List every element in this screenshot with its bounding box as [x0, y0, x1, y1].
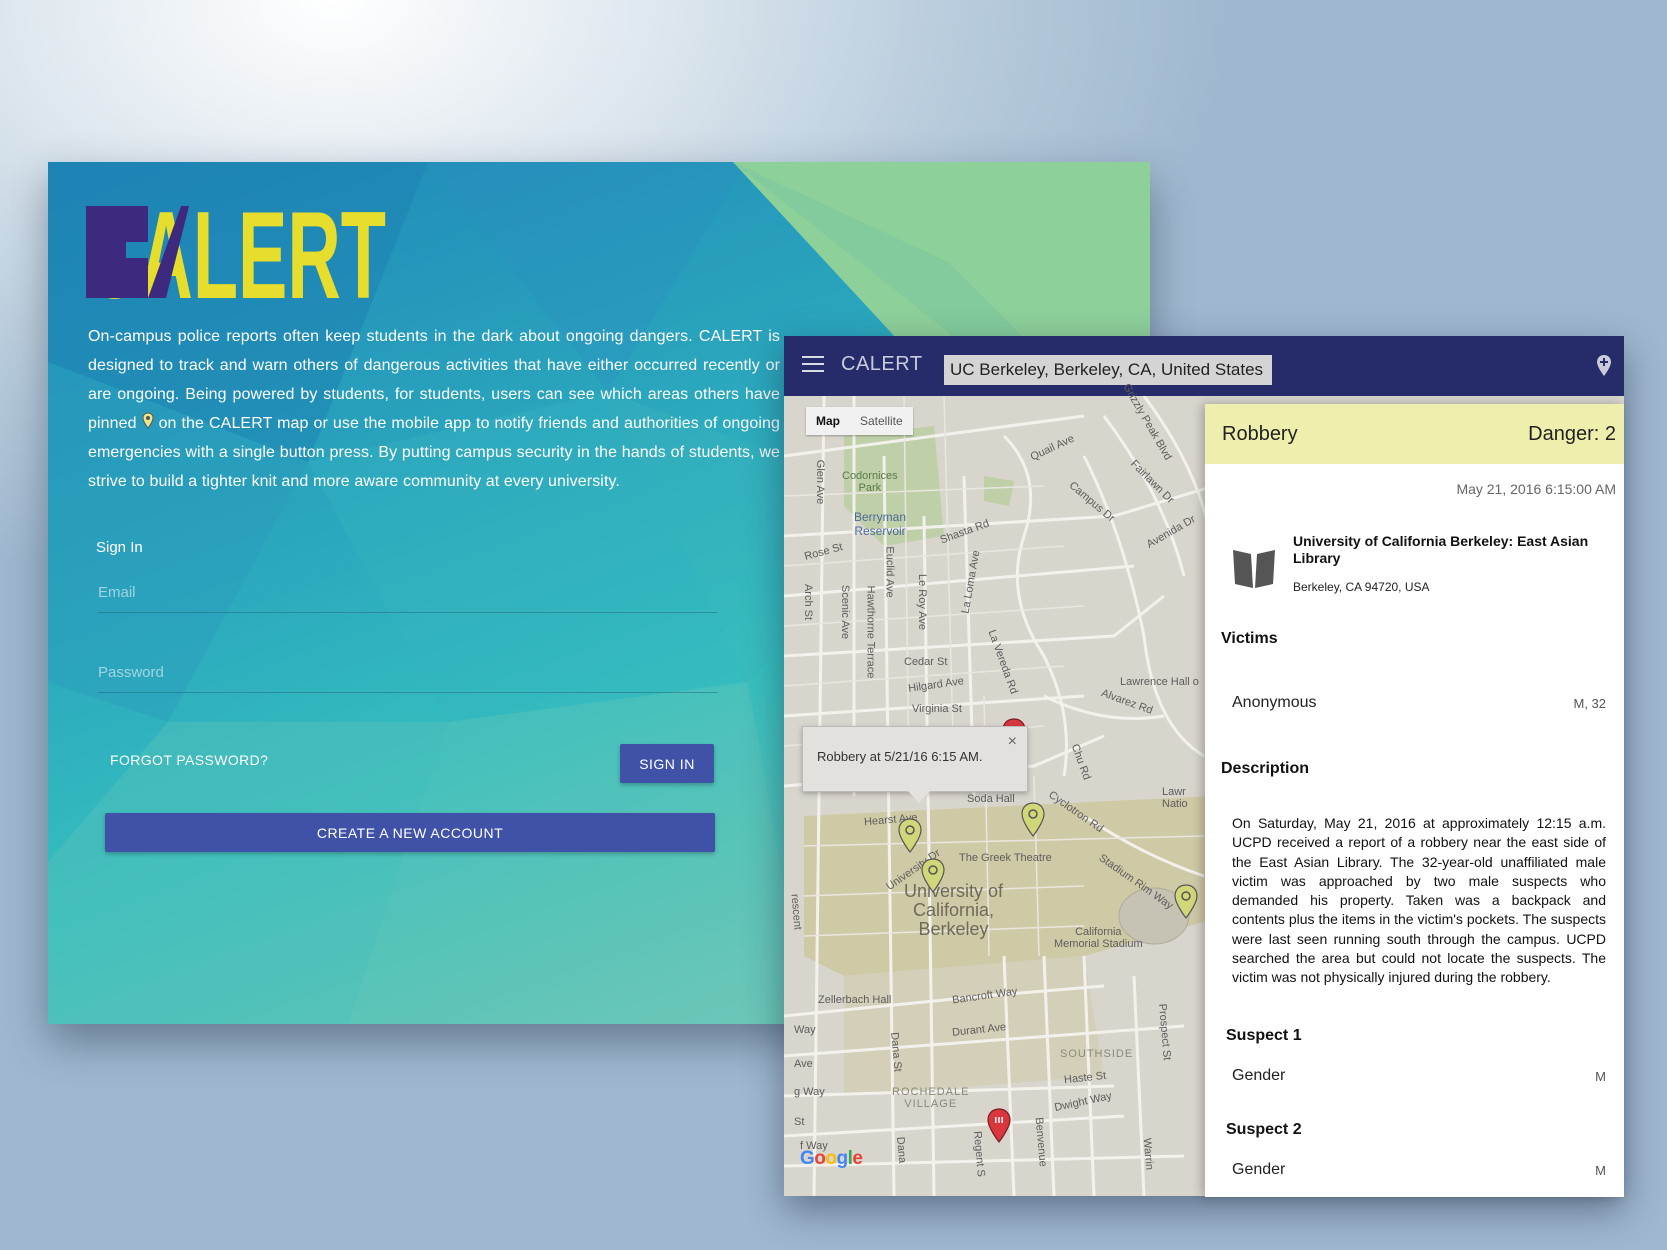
- suspect-2-gender: M: [1595, 1163, 1606, 1178]
- map-label: Codornices Park: [842, 470, 898, 494]
- map-label: Dana: [894, 1136, 909, 1164]
- map-label: Lawr Natio: [1162, 786, 1188, 810]
- map-info-window: Robbery at 5/21/16 6:15 AM. ×: [802, 726, 1028, 803]
- incident-description: On Saturday, May 21, 2016 at approximate…: [1232, 815, 1606, 986]
- map-label: g Way: [794, 1086, 825, 1098]
- app-title: CALERT: [841, 353, 923, 375]
- map-label: Euclid Ave: [883, 546, 896, 598]
- map-label: St: [794, 1116, 805, 1128]
- map-label: Lawrence Hall o: [1120, 676, 1199, 688]
- suspect-1-heading: Suspect 1: [1226, 1027, 1302, 1044]
- map-label: Hawthorne Terrace: [864, 585, 877, 679]
- suspect-2-heading: Suspect 2: [1226, 1121, 1302, 1138]
- suspect-1-gender-label: Gender: [1232, 1067, 1286, 1084]
- close-icon[interactable]: ×: [1008, 733, 1017, 751]
- map-label: California Memorial Stadium: [1054, 926, 1143, 950]
- map-label: Soda Hall: [967, 793, 1015, 805]
- incident-marker[interactable]: [898, 818, 922, 854]
- email-field-wrapper: [98, 572, 718, 613]
- victims-heading: Victims: [1221, 630, 1278, 647]
- map-label: University of California, Berkeley: [904, 881, 1004, 939]
- incident-marker[interactable]: [1174, 884, 1198, 920]
- map-pin-icon: [142, 412, 154, 429]
- map-label: Way: [794, 1024, 816, 1036]
- victim-info: M, 32: [1573, 696, 1606, 711]
- map-label: SOUTHSIDE: [1060, 1048, 1134, 1060]
- hamburger-menu-icon[interactable]: [802, 356, 824, 374]
- danger-marker[interactable]: [987, 1108, 1011, 1144]
- map-label: Arch St: [802, 583, 815, 621]
- forgot-password-link[interactable]: FORGOT PASSWORD?: [110, 752, 268, 768]
- incident-marker[interactable]: [921, 858, 945, 894]
- app-toolbar: CALERT: [784, 336, 1624, 396]
- crime-type: Robbery: [1222, 423, 1298, 445]
- victim-name: Anonymous: [1232, 694, 1317, 711]
- map-label: The Greek Theatre: [959, 852, 1052, 864]
- incident-marker[interactable]: [1021, 802, 1045, 838]
- password-field[interactable]: [98, 652, 718, 692]
- info-window-text: Robbery at 5/21/16 6:15 AM.: [817, 749, 983, 764]
- intro-text: On-campus police reports often keep stud…: [88, 328, 780, 490]
- google-logo: Google: [800, 1148, 863, 1169]
- incident-detail-panel: Robbery Danger: 2 May 21, 2016 6:15:00 A…: [1205, 404, 1624, 1197]
- map-label: Virginia St: [912, 703, 962, 715]
- location-search-input[interactable]: [944, 355, 1272, 385]
- create-account-button[interactable]: CREATE A NEW ACCOUNT: [105, 813, 715, 852]
- suspect-2-gender-label: Gender: [1232, 1161, 1286, 1178]
- map-type-control: Map Satellite: [806, 407, 913, 435]
- map-label: Le Roy Ave: [916, 573, 929, 631]
- place-address: Berkeley, CA 94720, USA: [1293, 580, 1430, 594]
- email-field[interactable]: [98, 572, 718, 612]
- map-label: Glen Ave: [814, 459, 827, 505]
- map-label: Ave: [794, 1058, 813, 1070]
- incident-header: Robbery Danger: 2: [1205, 404, 1624, 464]
- place-name: University of California Berkeley: East …: [1293, 533, 1589, 566]
- password-field-wrapper: [98, 652, 718, 693]
- map-label: Zellerbach Hall: [818, 994, 892, 1006]
- danger-level: Danger: 2: [1528, 423, 1616, 445]
- map-type-satellite-button[interactable]: Satellite: [850, 407, 913, 435]
- suspect-1-gender: M: [1595, 1069, 1606, 1084]
- sign-in-title: Sign In: [96, 539, 143, 556]
- book-icon: [1233, 550, 1275, 588]
- map-label: ROCHEDALE VILLAGE: [892, 1086, 970, 1110]
- calert-logo: CALERT: [86, 200, 386, 304]
- map-label: Berryman Reservoir: [854, 510, 907, 538]
- map-label: Scenic Ave: [839, 584, 852, 640]
- incident-datetime: May 21, 2016 6:15:00 AM: [1456, 481, 1616, 497]
- description-heading: Description: [1221, 760, 1310, 777]
- map-type-map-button[interactable]: Map: [806, 407, 850, 435]
- add-location-icon[interactable]: [1596, 354, 1612, 378]
- map-label: Cedar St: [904, 656, 948, 668]
- sign-in-button[interactable]: SIGN IN: [620, 744, 714, 783]
